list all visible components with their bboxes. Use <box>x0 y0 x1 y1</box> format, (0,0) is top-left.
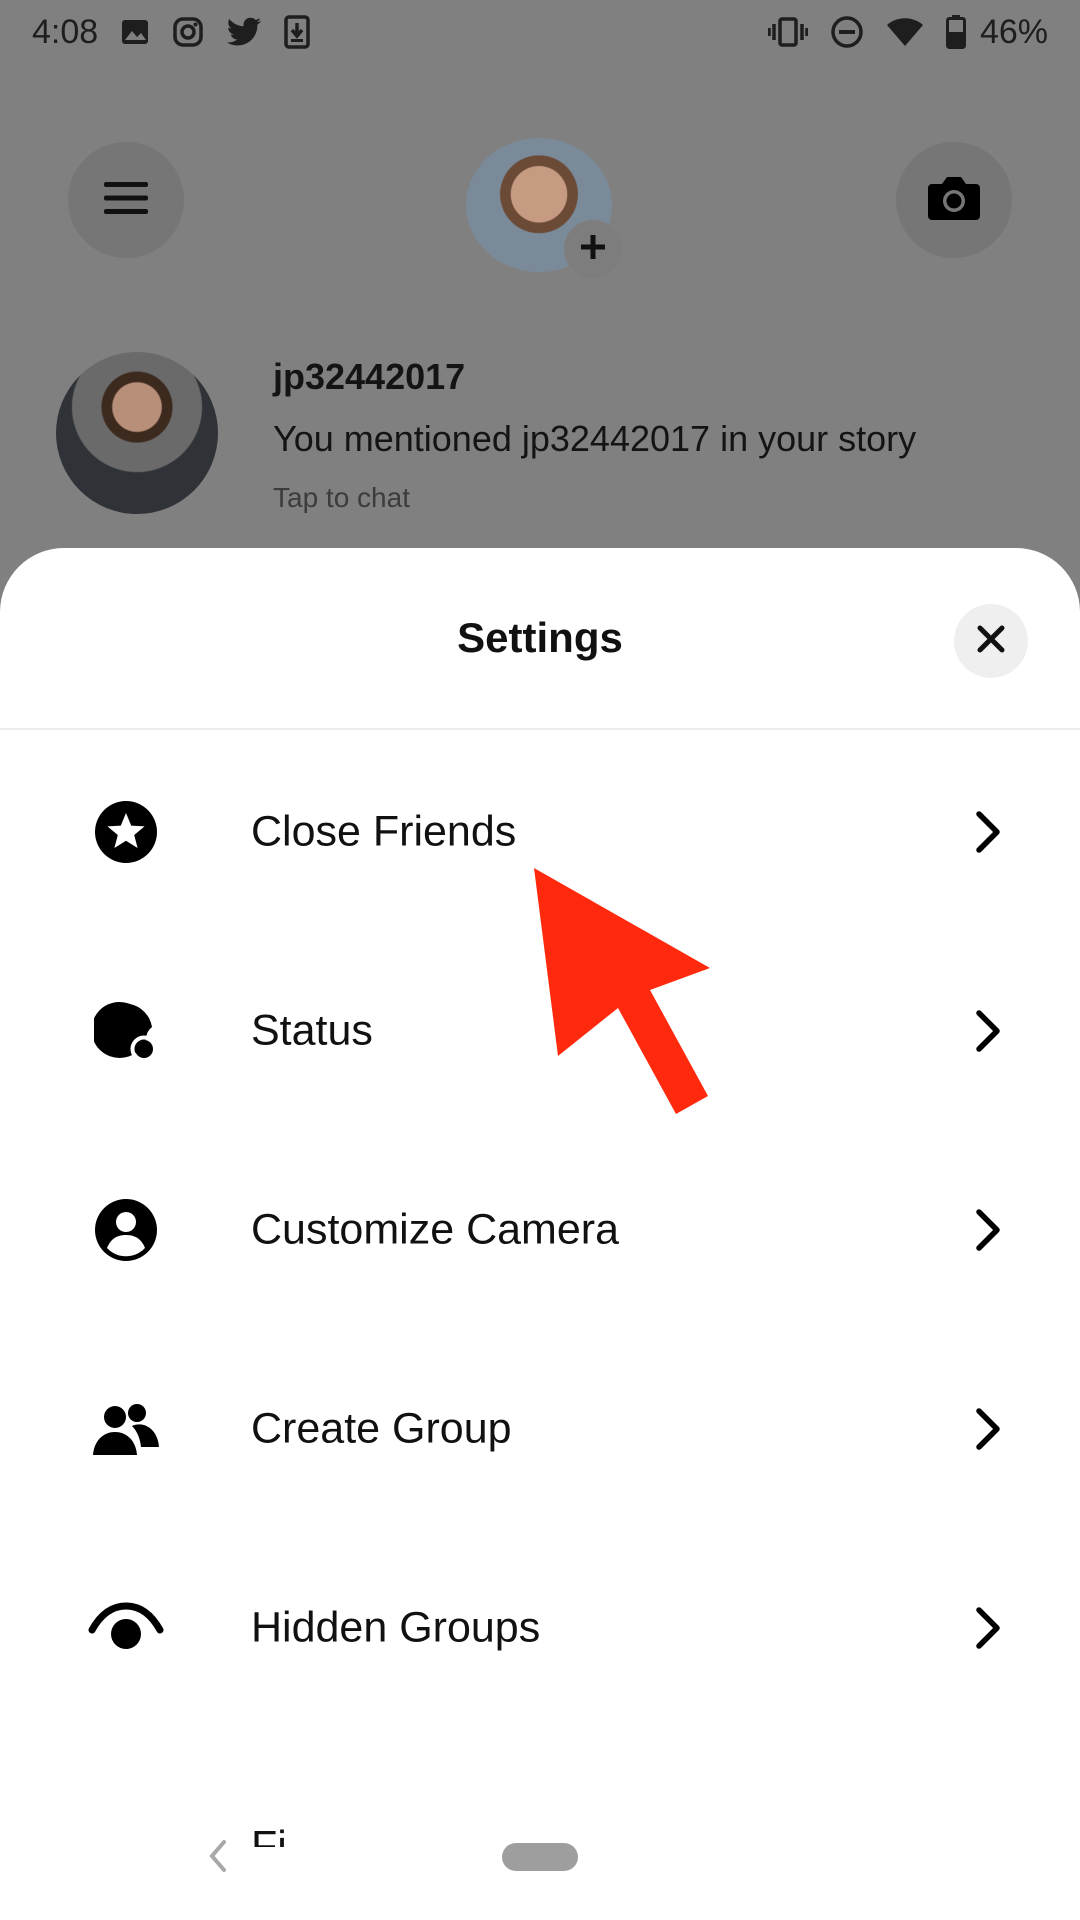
close-button[interactable] <box>954 604 1028 678</box>
battery-percent: 46% <box>979 12 1048 51</box>
twitter-icon <box>226 17 262 47</box>
settings-item-customize-camera[interactable]: Customize Camera <box>0 1130 1080 1329</box>
contact-avatar <box>56 352 218 514</box>
vibrate-icon <box>767 17 808 47</box>
hamburger-menu-icon <box>102 180 150 221</box>
camera-icon <box>926 174 982 227</box>
annotation-arrow <box>520 860 720 1120</box>
settings-item-label: Close Friends <box>251 807 517 855</box>
tap-to-chat-hint: Tap to chat <box>273 482 410 513</box>
chevron-right-icon <box>966 1399 1010 1459</box>
chevron-right-icon <box>966 1001 1010 1061</box>
settings-sheet: Settings Close Friends Status Customize … <box>0 548 1080 1920</box>
status-bar: 4:08 46% <box>0 0 1080 64</box>
do-not-disturb-icon <box>830 15 864 49</box>
sheet-title: Settings <box>457 614 623 661</box>
settings-item-label: Fi <box>251 1822 287 1848</box>
settings-item-partial[interactable]: Fi <box>0 1727 1080 1848</box>
status-right: 46% <box>767 12 1048 52</box>
status-time: 4:08 <box>32 12 99 51</box>
settings-item-label: Status <box>251 1006 373 1054</box>
settings-item-create-group[interactable]: Create Group <box>0 1329 1080 1528</box>
sheet-header: Settings <box>0 548 1080 730</box>
chevron-right-icon <box>966 1200 1010 1260</box>
wifi-icon <box>886 17 924 47</box>
settings-item-hidden-groups[interactable]: Hidden Groups <box>0 1528 1080 1727</box>
chevron-right-icon <box>966 802 1010 862</box>
camera-button[interactable] <box>896 142 1012 258</box>
battery-icon <box>945 15 966 49</box>
my-story-avatar[interactable] <box>466 138 622 278</box>
chat-row[interactable]: jp32442017 You mentioned jp32442017 in y… <box>0 348 1080 518</box>
contact-name: jp32442017 <box>273 356 466 397</box>
nav-home-pill[interactable] <box>502 1843 578 1871</box>
chevron-left-icon <box>206 1840 230 1878</box>
group-icon <box>86 1389 166 1469</box>
chevron-right-icon <box>966 1598 1010 1658</box>
status-icon <box>86 991 166 1071</box>
close-icon <box>976 624 1006 659</box>
add-story-badge[interactable] <box>564 220 622 278</box>
settings-item-label: Create Group <box>251 1404 512 1452</box>
chat-message: You mentioned jp32442017 in your story <box>273 418 917 459</box>
star-circle-icon <box>86 792 166 872</box>
instagram-icon <box>172 16 204 48</box>
settings-item-label: Hidden Groups <box>251 1603 541 1651</box>
plus-icon <box>579 233 607 266</box>
person-circle-icon <box>86 1190 166 1270</box>
eye-icon <box>86 1588 166 1668</box>
menu-button[interactable] <box>68 142 184 258</box>
image-icon <box>120 17 150 47</box>
settings-item-label: Customize Camera <box>251 1205 619 1253</box>
status-left: 4:08 <box>32 13 310 52</box>
download-icon <box>284 15 310 49</box>
nav-back-button[interactable] <box>206 1838 236 1878</box>
